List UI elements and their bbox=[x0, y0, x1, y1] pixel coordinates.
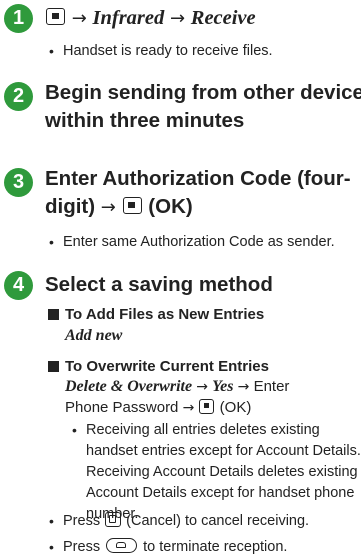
cancel-note: • Press (Cancel) to cancel receiving. bbox=[49, 512, 310, 529]
step-1-badge: 1 bbox=[4, 4, 33, 33]
step-2-line-1: Begin sending from other device bbox=[45, 81, 361, 104]
overwrite-note-line: Receiving all entries deletes existing bbox=[86, 422, 320, 438]
terminate-prefix: Press bbox=[63, 539, 101, 555]
add-new-option-text: Add new bbox=[65, 327, 123, 344]
step-3-line-2: digit) → (OK) bbox=[45, 193, 193, 222]
step-4-badge: 4 bbox=[4, 271, 33, 300]
step-3-digit-text: digit) bbox=[45, 195, 96, 218]
cancel-prefix: Press bbox=[63, 513, 101, 529]
step-3-line-1: Enter Authorization Code (four- bbox=[45, 167, 351, 190]
arrow-icon: → bbox=[237, 379, 250, 395]
step-2-badge: 2 bbox=[4, 82, 33, 111]
overwrite-path: Delete & Overwrite → Yes → Enter bbox=[65, 376, 289, 398]
arrow-icon: → bbox=[71, 8, 87, 29]
step-3-ok: (OK) bbox=[148, 195, 193, 218]
menu-receive: Receive bbox=[190, 7, 256, 29]
overwrite-note: • Receiving all entries deletes existing… bbox=[72, 420, 361, 525]
add-new-title-text: To Add Files as New Entries bbox=[65, 306, 265, 323]
step-3-note: • Enter same Authorization Code as sender… bbox=[49, 234, 335, 250]
step-1-heading: → Infrared → Receive bbox=[45, 4, 256, 33]
arrow-icon: → bbox=[196, 379, 208, 395]
overwrite-title: To Overwrite Current Entries bbox=[48, 358, 269, 375]
arrow-icon: → bbox=[182, 400, 195, 416]
overwrite-option: Delete & Overwrite bbox=[65, 378, 193, 395]
step-2-line-2: within three minutes bbox=[45, 109, 245, 132]
square-bullet-icon bbox=[48, 361, 59, 372]
arrow-icon: → bbox=[169, 8, 186, 29]
overwrite-title-text: To Overwrite Current Entries bbox=[65, 358, 269, 375]
arrow-icon: → bbox=[100, 197, 116, 218]
step-1-note: • Handset is ready to receive files. bbox=[49, 43, 273, 59]
menu-infrared: Infrared bbox=[92, 7, 165, 29]
add-new-title: To Add Files as New Entries bbox=[48, 306, 265, 323]
overwrite-path-2: Phone Password → (OK) bbox=[65, 397, 251, 419]
center-key-icon bbox=[199, 399, 215, 414]
center-key-icon bbox=[122, 197, 142, 214]
enter-text: Enter bbox=[253, 378, 290, 395]
terminate-note: • Press to terminate reception. bbox=[49, 538, 288, 555]
yes-option: Yes bbox=[212, 378, 234, 395]
step-1-note-text: Handset is ready to receive files. bbox=[63, 43, 273, 59]
step-3-badge: 3 bbox=[4, 168, 33, 197]
overwrite-note-line: handset entries except for Account Detai… bbox=[86, 443, 361, 459]
center-key-icon bbox=[46, 8, 65, 25]
phone-password-text: Phone Password bbox=[65, 399, 179, 416]
cancel-suffix: (Cancel) to cancel receiving. bbox=[126, 513, 310, 529]
overwrite-ok: (OK) bbox=[219, 399, 252, 416]
step-4-heading: Select a saving method bbox=[45, 273, 273, 296]
end-key-icon bbox=[106, 538, 138, 553]
square-bullet-icon bbox=[48, 309, 59, 320]
step-3-note-text: Enter same Authorization Code as sender. bbox=[63, 234, 335, 250]
function-key-icon bbox=[105, 512, 122, 527]
add-new-option: Add new bbox=[65, 325, 122, 346]
overwrite-note-line: Account Details except for handset phone bbox=[86, 485, 355, 501]
overwrite-note-line: Receiving Account Details deletes existi… bbox=[86, 464, 358, 480]
terminate-suffix: to terminate reception. bbox=[143, 539, 288, 555]
